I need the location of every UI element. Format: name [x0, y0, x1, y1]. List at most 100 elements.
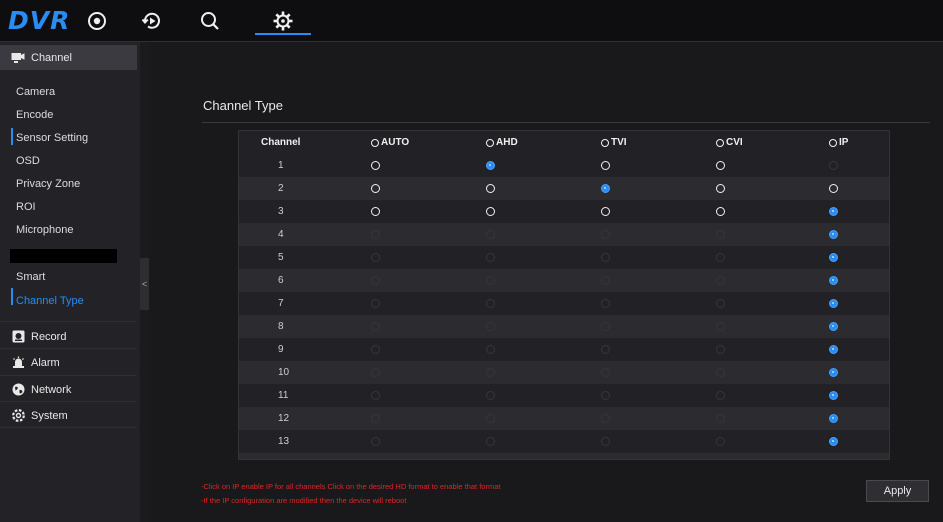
- settings-gear-icon[interactable]: [270, 8, 296, 34]
- sidebar-item-privacy-zone[interactable]: Privacy Zone: [16, 178, 80, 190]
- channel-number: 12: [278, 413, 290, 424]
- sidebar-item-osd[interactable]: OSD: [16, 155, 40, 167]
- channel-8-tvi-cell: [601, 315, 610, 338]
- channel-1-tvi-radio[interactable]: [601, 161, 610, 170]
- channel-13-auto-radio: [371, 437, 380, 446]
- channel-3-ip-cell: [829, 200, 838, 223]
- header-ahd[interactable]: AHD: [486, 131, 518, 154]
- channel-7-tvi-cell: [601, 292, 610, 315]
- sidebar-item-roi[interactable]: ROI: [16, 201, 36, 213]
- channel-13-ahd-cell: [486, 430, 495, 453]
- channel-1-auto-cell: [371, 154, 380, 177]
- select-all-cvi-radio[interactable]: [716, 138, 724, 147]
- channel-2-auto-radio[interactable]: [371, 184, 380, 193]
- channel-2-cvi-radio[interactable]: [716, 184, 725, 193]
- live-view-icon[interactable]: [84, 8, 110, 34]
- sidebar-section-network[interactable]: Network: [0, 377, 137, 402]
- channel-2-ip-radio[interactable]: [829, 184, 838, 193]
- search-icon[interactable]: [197, 8, 223, 34]
- channel-4-ip-radio[interactable]: [829, 230, 838, 239]
- channel-5-auto-cell: [371, 246, 380, 269]
- header-channel: Channel: [261, 131, 300, 154]
- sidebar-item-sensor-setting[interactable]: Sensor Setting: [16, 132, 88, 144]
- channel-8-ip-radio[interactable]: [829, 322, 838, 331]
- channel-12-ip-radio[interactable]: [829, 414, 838, 423]
- sidebar-item-microphone[interactable]: Microphone: [16, 224, 73, 236]
- channel-7-auto-radio: [371, 299, 380, 308]
- channel-number: 3: [278, 206, 284, 217]
- channel-12-ahd-radio: [486, 414, 495, 423]
- channel-2-tvi-radio[interactable]: [601, 184, 610, 193]
- header-tvi[interactable]: TVI: [601, 131, 627, 154]
- channel-6-tvi-cell: [601, 269, 610, 292]
- channel-13-ip-radio[interactable]: [829, 437, 838, 446]
- channel-1-cvi-radio[interactable]: [716, 161, 725, 170]
- channel-5-ip-cell: [829, 246, 838, 269]
- channel-icon: [11, 51, 25, 65]
- channel-1-ahd-radio[interactable]: [486, 161, 495, 170]
- channel-3-ahd-cell: [486, 200, 495, 223]
- channel-13-tvi-radio: [601, 437, 610, 446]
- channel-14-tvi-cell: [601, 453, 610, 459]
- channel-1-auto-radio[interactable]: [371, 161, 380, 170]
- playback-icon[interactable]: [139, 8, 165, 34]
- sidebar-section-system[interactable]: System: [0, 403, 137, 428]
- header-auto[interactable]: AUTO: [371, 131, 409, 154]
- select-all-auto-radio[interactable]: [371, 138, 379, 147]
- select-all-ahd-radio[interactable]: [486, 138, 494, 147]
- channel-6-ahd-cell: [486, 269, 495, 292]
- sidebar-item-encode[interactable]: Encode: [16, 109, 53, 121]
- channel-6-ip-radio[interactable]: [829, 276, 838, 285]
- channel-number: 11: [278, 390, 289, 401]
- channel-5-tvi-cell: [601, 246, 610, 269]
- channel-8-auto-cell: [371, 315, 380, 338]
- channel-number: 9: [278, 344, 284, 355]
- channel-9-ahd-radio: [486, 345, 495, 354]
- channel-13-ip-cell: [829, 430, 838, 453]
- channel-4-ahd-radio: [486, 230, 495, 239]
- channel-10-tvi-radio: [601, 368, 610, 377]
- sidebar-section-channel[interactable]: Channel: [0, 45, 137, 70]
- channel-3-auto-radio[interactable]: [371, 207, 380, 216]
- channel-3-ip-radio[interactable]: [829, 207, 838, 216]
- channel-number: 7: [278, 298, 284, 309]
- channel-7-ip-radio[interactable]: [829, 299, 838, 308]
- channel-9-cvi-cell: [716, 338, 725, 361]
- record-icon: [11, 330, 25, 344]
- select-all-ip-radio[interactable]: [829, 138, 837, 147]
- sidebar-item-smart[interactable]: Smart: [16, 271, 45, 283]
- channel-3-tvi-radio[interactable]: [601, 207, 610, 216]
- channel-11-ahd-cell: [486, 384, 495, 407]
- channel-2-ahd-radio[interactable]: [486, 184, 495, 193]
- sidebar-section-record[interactable]: Record: [0, 324, 137, 349]
- channel-14-ip-cell: [829, 453, 838, 459]
- channel-9-tvi-radio: [601, 345, 610, 354]
- table-header-row: Channel AUTO AHD TVI CVI IP: [239, 131, 889, 154]
- channel-5-ip-radio[interactable]: [829, 253, 838, 262]
- header-ip[interactable]: IP: [829, 131, 848, 154]
- sidebar-item-channel-type[interactable]: Channel Type: [16, 295, 84, 307]
- channel-number: 14: [278, 453, 289, 459]
- channel-4-ahd-cell: [486, 223, 495, 246]
- sidebar-item-camera[interactable]: Camera: [16, 86, 55, 98]
- channel-9-ip-radio[interactable]: [829, 345, 838, 354]
- channel-14-cvi-cell: [716, 453, 725, 459]
- top-bar: DVR: [0, 0, 943, 42]
- channel-number: 6: [278, 275, 284, 286]
- sidebar-collapse-handle[interactable]: <: [140, 258, 149, 310]
- table-row: 1: [239, 154, 889, 177]
- sidebar-section-alarm[interactable]: Alarm: [0, 350, 137, 375]
- channel-10-ip-radio[interactable]: [829, 368, 838, 377]
- channel-11-ip-radio[interactable]: [829, 391, 838, 400]
- select-all-tvi-radio[interactable]: [601, 138, 609, 147]
- table-row: 5: [239, 246, 889, 269]
- channel-8-auto-radio: [371, 322, 380, 331]
- apply-button[interactable]: Apply: [866, 480, 929, 502]
- channel-3-ahd-radio[interactable]: [486, 207, 495, 216]
- channel-6-tvi-radio: [601, 276, 610, 285]
- channel-13-cvi-radio: [716, 437, 725, 446]
- channel-10-ip-cell: [829, 361, 838, 384]
- channel-3-cvi-radio[interactable]: [716, 207, 725, 216]
- header-cvi[interactable]: CVI: [716, 131, 743, 154]
- channel-4-ip-cell: [829, 223, 838, 246]
